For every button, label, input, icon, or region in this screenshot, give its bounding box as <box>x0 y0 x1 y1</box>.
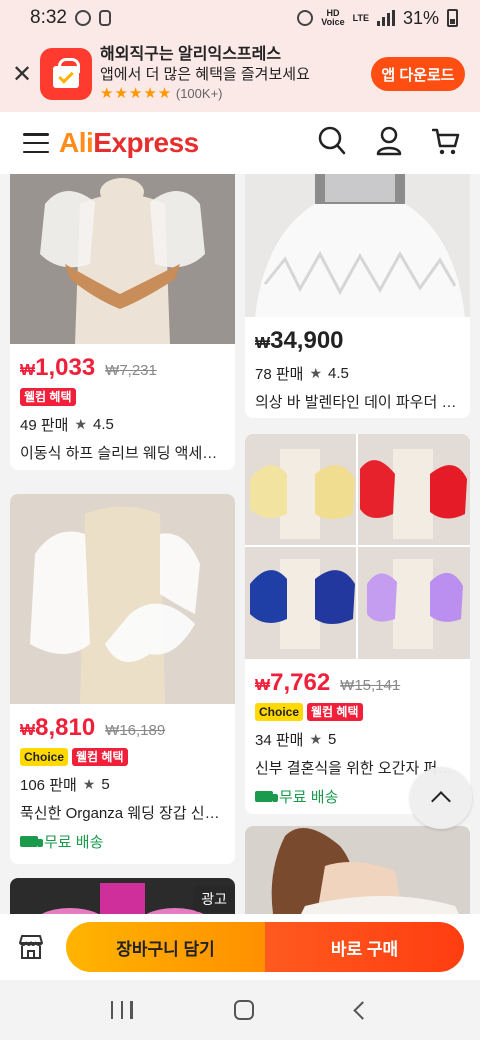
star-icon: ★ <box>82 776 96 792</box>
rating-value: 5 <box>101 776 110 793</box>
store-icon[interactable] <box>17 933 45 961</box>
app-download-button[interactable]: 앱 다운로드 <box>371 57 465 91</box>
product-price: ₩1,033 <box>20 354 96 381</box>
purchase-buttons: 장바구니 담기 바로 구매 <box>66 922 464 972</box>
buy-now-button[interactable]: 바로 구매 <box>265 922 464 972</box>
site-header: AliExpress <box>0 112 480 174</box>
shipping-label: 무료 배송 <box>279 789 339 806</box>
product-image <box>10 494 235 704</box>
bottom-action-bar: 장바구니 담기 바로 구매 <box>0 914 480 980</box>
ad-label: 광고 <box>193 886 235 912</box>
app-download-banner: ✕ 해외직구는 알리익스프레스 앱에서 더 많은 혜택을 즐겨보세요 ★★★★★… <box>0 36 480 112</box>
welcome-badge: 웰컴 혜택 <box>20 388 76 406</box>
back-icon[interactable] <box>353 1000 372 1020</box>
close-icon[interactable]: ✕ <box>12 60 32 89</box>
scroll-to-top-button[interactable] <box>410 767 472 829</box>
add-to-cart-button[interactable]: 장바구니 담기 <box>66 922 265 972</box>
free-shipping: 무료 배송 <box>20 831 225 852</box>
sold-count: 78 판매 <box>255 366 304 383</box>
product-price: ₩34,900 <box>255 327 344 354</box>
status-bar: 8:32 HD Voice LTE 31% <box>0 0 480 36</box>
product-card[interactable] <box>245 826 470 914</box>
original-price: ₩15,141 <box>340 677 401 694</box>
signal-icon <box>376 10 395 26</box>
product-image <box>245 826 470 914</box>
rating-count: (100K+) <box>175 86 223 101</box>
battery-percent: 31% <box>402 7 439 28</box>
original-price: ₩16,189 <box>105 722 166 739</box>
pinwheel-icon <box>74 10 91 26</box>
product-title: 푹신한 Organza 웨딩 장갑 신부 소매 <box>20 805 225 822</box>
product-image <box>245 174 470 317</box>
product-card[interactable]: ₩8,810 ₩16,189 Choice 웰컴 혜택 106 판매 ★ 5 푹신한 … <box>10 494 235 864</box>
rating-value: 4.5 <box>93 416 114 433</box>
product-card[interactable]: ₩1,033 ₩7,231 웰컴 혜택 49 판매 ★ 4.5 이동식 하프 슬리브… <box>10 174 235 470</box>
sold-count: 49 판매 <box>20 417 69 434</box>
product-card[interactable]: 광고 <box>10 878 235 914</box>
device-icon <box>98 10 111 26</box>
welcome-badge: 웰컴 혜택 <box>307 703 363 721</box>
hd-voice-icon: HD Voice <box>321 8 345 27</box>
status-time: 8:32 <box>30 7 67 28</box>
product-price: ₩8,810 <box>20 714 96 741</box>
alarm-icon <box>297 10 314 26</box>
banner-subtitle: 앱에서 더 많은 혜택을 즐겨보세요 <box>100 66 310 83</box>
account-icon[interactable] <box>376 126 402 156</box>
product-grid: ₩1,033 ₩7,231 웰컴 혜택 49 판매 ★ 4.5 이동식 하프 슬리브… <box>0 174 480 914</box>
rating-value: 5 <box>328 731 337 748</box>
lte-label: LTE <box>352 12 369 23</box>
product-image <box>245 434 470 659</box>
search-icon[interactable] <box>318 126 346 156</box>
banner-title: 해외직구는 알리익스프레스 <box>100 46 282 63</box>
menu-icon[interactable] <box>23 133 49 153</box>
choice-badge: Choice <box>20 748 69 766</box>
product-stats: 49 판매 ★ 4.5 <box>20 414 225 435</box>
product-stats: 34 판매 ★ 5 <box>255 729 460 750</box>
aliexpress-app-icon <box>40 48 92 100</box>
recent-apps-icon[interactable] <box>110 1001 133 1019</box>
shipping-label: 무료 배송 <box>44 834 104 851</box>
star-icon: ★ <box>309 731 323 747</box>
product-card[interactable]: ₩34,900 78 판매 ★ 4.5 의상 바 발렌타인 데이 파우더 퍼 스커트 <box>245 174 470 418</box>
product-card[interactable]: ₩7,762 ₩15,141 Choice 웰컴 혜택 34 판매 ★ 5 신부 결혼… <box>245 434 470 814</box>
logo-suffix: Express <box>93 127 199 158</box>
truck-icon <box>20 836 43 847</box>
star-icon: ★ <box>309 365 323 381</box>
product-title: 의상 바 발렌타인 데이 파우더 퍼 스커트 <box>255 394 460 411</box>
system-nav-bar <box>0 980 480 1040</box>
product-stats: 78 판매 ★ 4.5 <box>255 363 460 384</box>
aliexpress-logo[interactable]: AliExpress <box>59 127 199 159</box>
home-icon[interactable] <box>234 1000 255 1020</box>
star-rating-icon: ★★★★★ <box>100 85 173 102</box>
original-price: ₩7,231 <box>105 362 157 379</box>
choice-badge: Choice <box>255 703 304 721</box>
cart-icon[interactable] <box>432 126 460 156</box>
welcome-badge: 웰컴 혜택 <box>72 748 128 766</box>
product-title: 이동식 하프 슬리브 웨딩 액세서리 <box>20 445 225 462</box>
product-stats: 106 판매 ★ 5 <box>20 774 225 795</box>
logo-prefix: Ali <box>59 127 94 158</box>
product-image <box>10 174 235 344</box>
product-price: ₩7,762 <box>255 669 331 696</box>
rating-value: 4.5 <box>328 365 349 382</box>
battery-icon <box>447 9 458 27</box>
banner-rating: ★★★★★ (100K+) <box>100 85 371 103</box>
sold-count: 34 판매 <box>255 732 304 749</box>
truck-icon <box>255 791 278 802</box>
sold-count: 106 판매 <box>20 777 77 794</box>
star-icon: ★ <box>74 416 88 432</box>
